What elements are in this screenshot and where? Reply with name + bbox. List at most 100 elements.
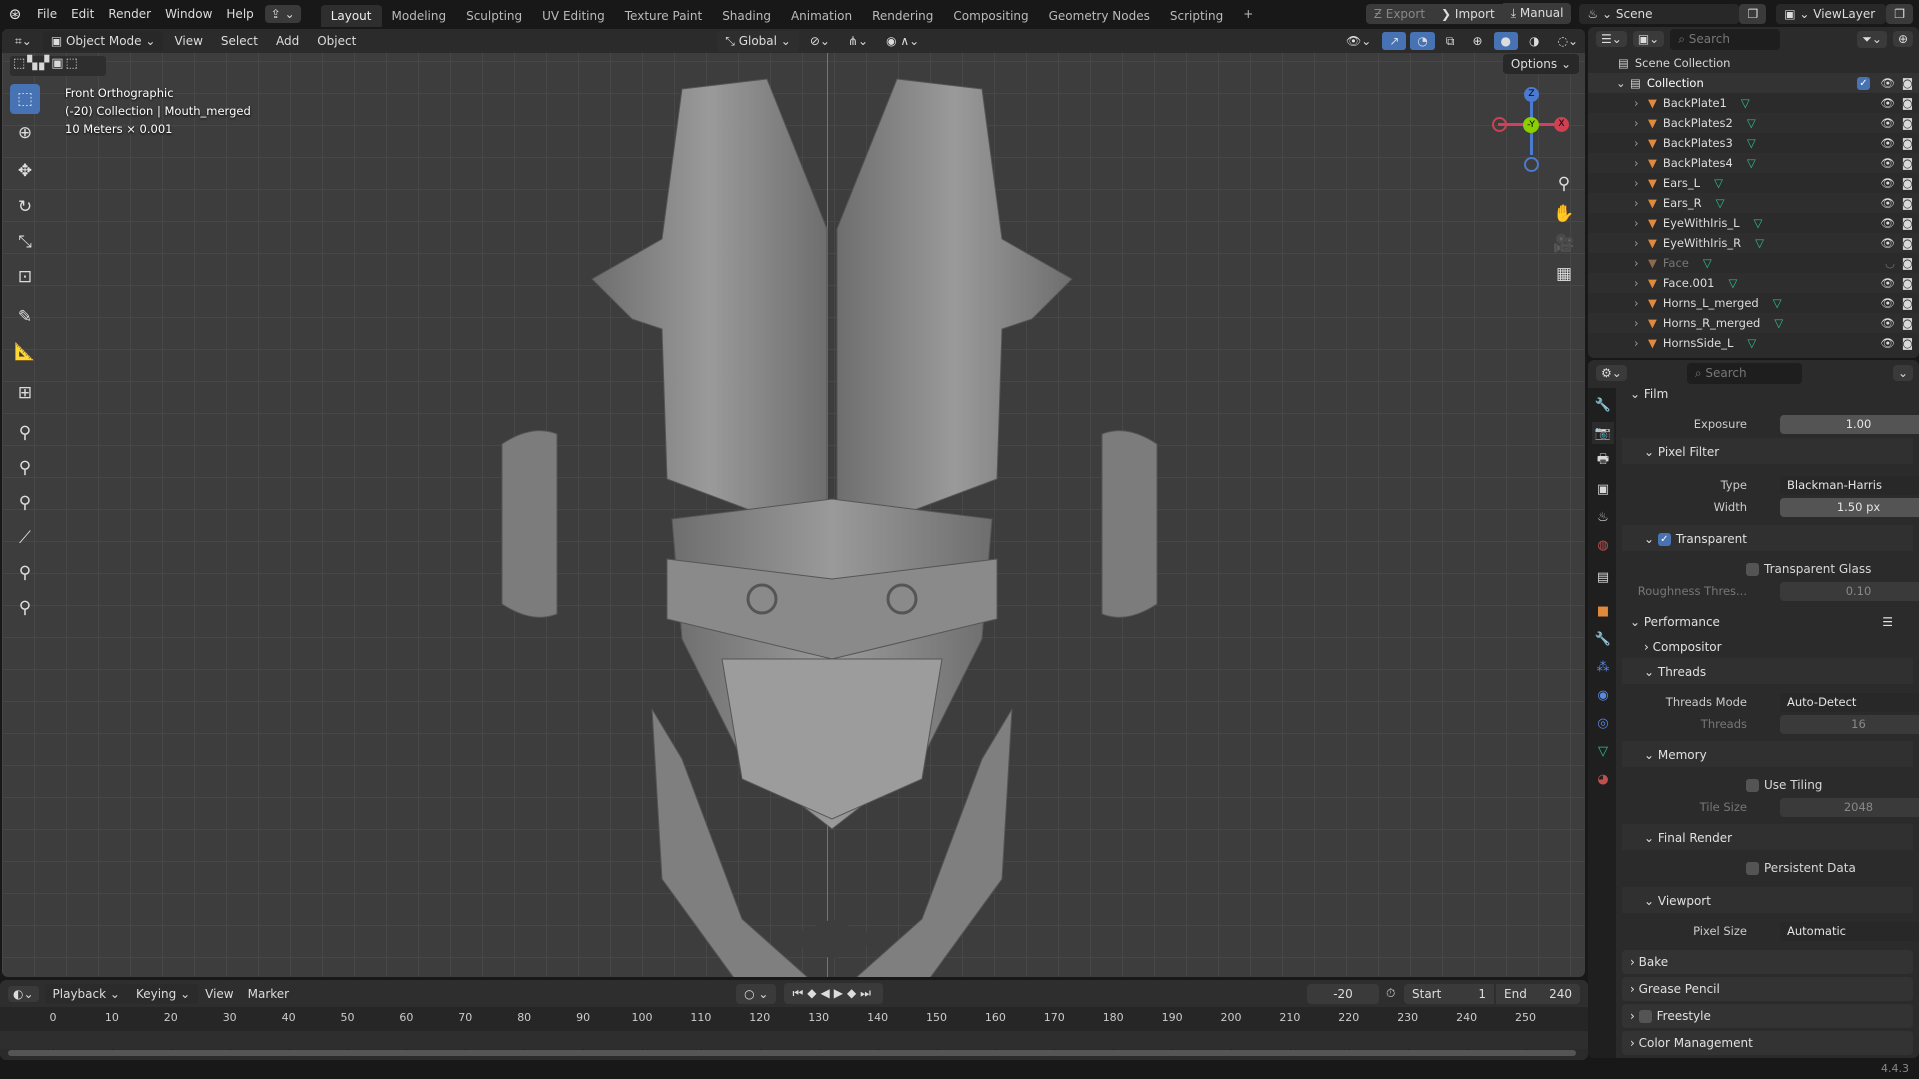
render-camera-icon[interactable]: ◙	[1902, 336, 1913, 350]
frame-ruler[interactable]: 0 10 20 30 40 50 60 70 80 90 100 110 120 130 140 150 160…	[0, 1007, 1588, 1051]
properties-search[interactable]: ⌕ Search	[1686, 362, 1802, 384]
render-camera-icon[interactable]: ◙	[1902, 96, 1913, 110]
transparent-checkbox[interactable]: ✓	[1657, 532, 1671, 546]
navigation-gizmo[interactable]: Z -Y X	[1492, 87, 1572, 177]
3d-viewport[interactable]: ⌗⌄ ▣ Object Mode ⌄ View Select Add Objec…	[2, 29, 1585, 977]
gizmo-toggle-icon[interactable]: ↗	[1382, 32, 1407, 50]
visibility-eye-icon[interactable]: 👁	[1880, 76, 1895, 90]
roughness-field[interactable]: 0.10	[1780, 581, 1919, 601]
measure-tool-icon[interactable]: 📐	[10, 337, 40, 367]
menu-add[interactable]: Add	[269, 32, 306, 50]
render-camera-icon[interactable]: ◙	[1902, 176, 1913, 190]
visibility-icon[interactable]: 👁⌄	[1339, 32, 1378, 50]
film-panel-header[interactable]: ⌄ Film	[1622, 382, 1913, 406]
properties-editor-type[interactable]: ⚙⌄	[1596, 365, 1627, 381]
viewlayer-selector[interactable]: ▣ ⌄ ViewLayer	[1776, 3, 1887, 24]
visibility-eye-icon[interactable]: 👁	[1880, 336, 1895, 350]
tab-geometry-nodes[interactable]: Geometry Nodes	[1039, 5, 1160, 27]
render-camera-icon[interactable]: ◙	[1902, 276, 1913, 290]
marker-menu[interactable]: Marker	[241, 987, 296, 1001]
performance-panel-header[interactable]: ⌄ Performance ☰	[1622, 610, 1913, 634]
bake-panel-header[interactable]: › Bake	[1622, 950, 1913, 974]
shading-wireframe-icon[interactable]: ⊕	[1465, 32, 1489, 50]
xray-icon[interactable]: ⧉	[1439, 32, 1462, 51]
tab-compositing[interactable]: Compositing	[943, 5, 1038, 27]
final-render-header[interactable]: ⌄ Final Render	[1622, 826, 1913, 850]
freestyle-checkbox[interactable]	[1638, 1009, 1652, 1023]
brush-tool-icon[interactable]: ⚲	[10, 418, 40, 448]
render-camera-icon[interactable]: ◙	[1902, 296, 1913, 310]
menu-window[interactable]: Window	[158, 7, 219, 21]
new-scene-button[interactable]: ❐	[1739, 3, 1767, 24]
scene-tab-icon[interactable]: ♨	[1592, 506, 1614, 528]
menu-select[interactable]: Select	[214, 32, 265, 50]
threads-header[interactable]: ⌄ Threads	[1622, 660, 1913, 684]
visibility-eye-icon[interactable]: 👁	[1880, 216, 1895, 230]
type-dropdown[interactable]: Blackman-Harris⌄	[1780, 475, 1919, 495]
outliner-item[interactable]: › ▼ BackPlates3 ▽ 👁 ◙	[1588, 133, 1919, 153]
expand-icon[interactable]: ›	[1634, 336, 1648, 350]
expand-icon[interactable]: ›	[1634, 296, 1648, 310]
outliner-item[interactable]: › ▼ BackPlate1 ▽ 👁 ◙	[1588, 93, 1919, 113]
tab-layout[interactable]: Layout	[320, 5, 382, 27]
timeline-scrollbar[interactable]	[8, 1050, 1576, 1056]
grease-pencil-panel-header[interactable]: › Grease Pencil	[1622, 977, 1913, 1001]
expand-icon[interactable]: ›	[1634, 96, 1648, 110]
manual-button[interactable]: ⤓ Manual	[1502, 3, 1572, 24]
outliner-item[interactable]: › ▼ HornsSide_L ▽ 👁 ◙	[1588, 333, 1919, 353]
output-tab-icon[interactable]: 🖶	[1592, 450, 1614, 472]
new-collection-icon[interactable]: ⊕	[1892, 31, 1913, 47]
expand-icon[interactable]: ›	[1634, 236, 1648, 250]
blender-logo-icon[interactable]: ⊛	[0, 5, 30, 23]
new-viewlayer-button[interactable]: ❐	[1886, 3, 1913, 24]
pivot-icon[interactable]: ⊘⌄	[803, 32, 837, 50]
viewport-header-section[interactable]: ⌄ Viewport	[1622, 889, 1913, 913]
expand-icon[interactable]: ›	[1634, 176, 1648, 190]
brush-tool-4-icon[interactable]: ⚲	[10, 558, 40, 588]
shading-solid-icon[interactable]: ●	[1493, 32, 1518, 50]
outliner-item[interactable]: › ▼ Face ▽ ◡ ◙	[1588, 253, 1919, 273]
outliner-item[interactable]: › ▼ Ears_L ▽ 👁 ◙	[1588, 173, 1919, 193]
render-camera-icon[interactable]: ◙	[1902, 316, 1913, 330]
visibility-eye-icon[interactable]: 👁	[1880, 196, 1895, 210]
overlay-toggle-icon[interactable]: ◔	[1410, 32, 1435, 50]
tab-modeling[interactable]: Modeling	[382, 5, 457, 27]
visibility-eye-icon[interactable]: ◡	[1885, 256, 1895, 270]
collection-row[interactable]: ⌄ ▤ Collection ✓ 👁 ◙	[1588, 73, 1919, 93]
material-tab-icon[interactable]: ◕	[1592, 768, 1614, 790]
outliner-item[interactable]: › ▼ BackPlates4 ▽ 👁 ◙	[1588, 153, 1919, 173]
outliner-item[interactable]: › ▼ Horns_R_merged ▽ 👁 ◙	[1588, 313, 1919, 333]
menu-edit[interactable]: Edit	[64, 7, 101, 21]
expand-icon[interactable]: ›	[1634, 116, 1648, 130]
current-frame-field[interactable]: -20	[1307, 983, 1379, 1004]
scale-tool-icon[interactable]: ⤡	[10, 227, 40, 257]
move-tool-icon[interactable]: ✥	[10, 156, 40, 186]
export-button[interactable]: Ƶ Export	[1365, 3, 1434, 24]
collection-checkbox[interactable]: ✓	[1857, 76, 1870, 90]
filter-icon[interactable]: ⏷⌄	[1857, 30, 1887, 48]
render-camera-icon[interactable]: ◙	[1902, 116, 1913, 130]
end-frame-field[interactable]: End 240	[1496, 983, 1580, 1004]
scene-selector[interactable]: ♨ ⌄ Scene	[1579, 3, 1740, 24]
color-management-panel-header[interactable]: › Color Management	[1622, 1031, 1913, 1055]
mode-selector[interactable]: ▣ Object Mode ⌄	[42, 31, 164, 51]
outliner-item[interactable]: › ▼ Ears_R ▽ 👁 ◙	[1588, 193, 1919, 213]
snap-icon[interactable]: ⋔⌄	[841, 32, 875, 50]
proportional-edit-icon[interactable]: ◉ ∧⌄	[879, 32, 926, 50]
pixel-size-dropdown[interactable]: Automatic⌄	[1780, 921, 1919, 941]
visibility-eye-icon[interactable]: 👁	[1880, 176, 1895, 190]
menu-view[interactable]: View	[167, 32, 209, 50]
expand-icon[interactable]: ›	[1634, 256, 1648, 270]
visibility-eye-icon[interactable]: 👁	[1880, 156, 1895, 170]
outliner-item[interactable]: › ▼ EyeWithIris_R ▽ 👁 ◙	[1588, 233, 1919, 253]
timeline-view-menu[interactable]: View	[198, 987, 240, 1001]
expand-icon[interactable]: ›	[1634, 196, 1648, 210]
camera-view-icon[interactable]: 🎥	[1549, 229, 1579, 259]
scene-collection-row[interactable]: ▤ Scene Collection	[1588, 53, 1919, 73]
cursor-tool-icon[interactable]: ⊕	[10, 118, 40, 148]
visibility-eye-icon[interactable]: 👁	[1880, 96, 1895, 110]
brush-tool-3-icon[interactable]: ⚲	[10, 488, 40, 518]
tab-texture-paint[interactable]: Texture Paint	[615, 5, 712, 27]
gizmo-y[interactable]: -Y	[1523, 117, 1539, 133]
render-camera-icon[interactable]: ◙	[1902, 76, 1913, 90]
